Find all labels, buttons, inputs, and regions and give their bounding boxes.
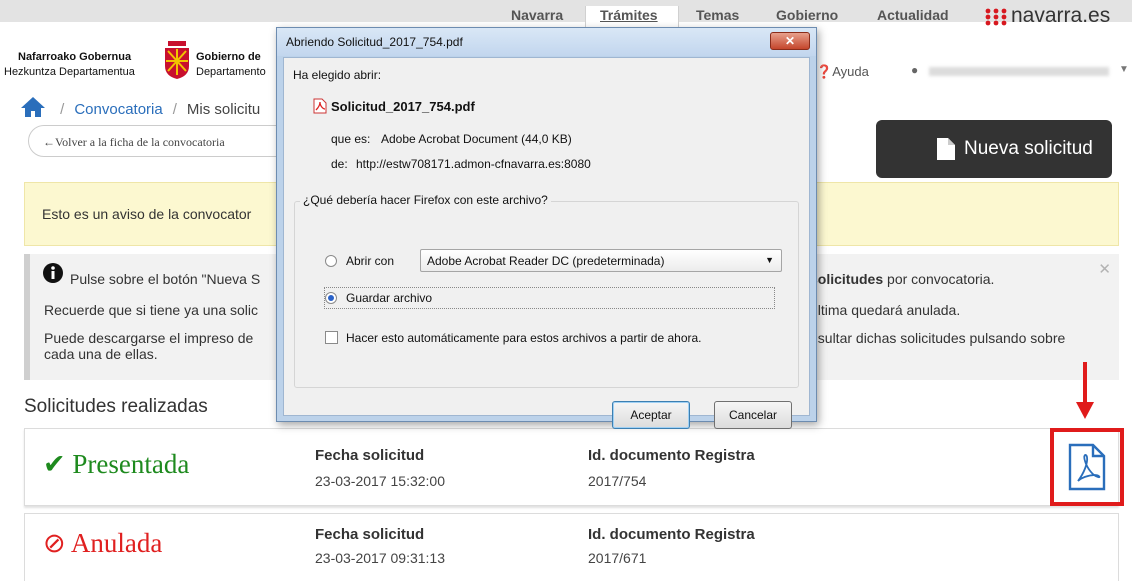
accept-button[interactable]: Aceptar [612, 401, 690, 429]
home-icon[interactable] [20, 96, 46, 118]
pdf-download-icon[interactable] [1068, 443, 1106, 491]
highlight-box [1050, 428, 1124, 506]
org-department-basque: Hezkuntza Departamentua [4, 66, 135, 78]
prohibited-icon: ⊘ [43, 528, 66, 558]
user-menu[interactable]: ● ▼ [911, 62, 1131, 80]
date-label: Fecha solicitud [315, 526, 425, 543]
open-with-radio[interactable] [325, 255, 337, 267]
org-department-spanish: Departamento [196, 66, 266, 78]
dialog-title: Abriendo Solicitud_2017_754.pdf [286, 35, 463, 49]
info-icon [43, 263, 63, 283]
dialog-titlebar[interactable]: Abriendo Solicitud_2017_754.pdf ✕ [277, 28, 816, 56]
application-card: ✔ Presentada Fecha solicitud 23-03-2017 … [24, 428, 1119, 506]
info-line-3-right: nsultar dichas solicitudes pulsando sobr… [810, 330, 1066, 346]
org-name-spanish: Gobierno de [196, 51, 261, 63]
nav-navarra[interactable]: Navarra [511, 7, 563, 23]
help-icon: ❓ [816, 64, 833, 79]
auto-label[interactable]: Hacer esto automáticamente para estos ar… [346, 331, 702, 345]
from-label: de: [331, 157, 348, 171]
info-line-4: cada una de ellas. [44, 346, 158, 362]
type-value: Adobe Acrobat Document (44,0 KB) [381, 132, 572, 146]
check-icon: ✔ [43, 449, 66, 479]
application-card: ⊘ Anulada Fecha solicitud 23-03-2017 09:… [24, 513, 1119, 581]
dialog-body: Ha elegido abrir: Solicitud_2017_754.pdf… [283, 57, 810, 429]
breadcrumb-convocatoria[interactable]: Convocatoria [74, 101, 162, 118]
doc-label: Id. documento Registra [588, 447, 755, 464]
type-label: que es: [331, 132, 371, 146]
top-strip [0, 0, 1132, 22]
breadcrumb: / Convocatoria / Mis solicitu [20, 96, 260, 118]
org-name-basque: Nafarroako Gobernua [18, 51, 132, 63]
chosen-label: Ha elegido abrir: [293, 68, 382, 82]
filename: Solicitud_2017_754.pdf [331, 99, 475, 114]
status-anulada: ⊘ Anulada [43, 528, 163, 558]
new-application-label: Nueva solicitud [964, 138, 1093, 159]
info-line-1-right: solicitudes por convocatoria. [810, 271, 995, 287]
applications-section-title: Solicitudes realizadas [24, 396, 208, 417]
close-icon[interactable]: ✕ [1098, 260, 1111, 278]
nav-temas[interactable]: Temas [696, 7, 739, 23]
back-to-call-button[interactable]: ←Volver a la ficha de la convocatoria [28, 125, 298, 157]
pdf-file-icon [313, 98, 327, 114]
date-value: 23-03-2017 15:32:00 [315, 473, 445, 489]
doc-label: Id. documento Registra [588, 526, 755, 543]
application-select-value: Adobe Acrobat Reader DC (predeterminada) [427, 254, 665, 268]
save-file-label[interactable]: Guardar archivo [346, 291, 432, 305]
date-label: Fecha solicitud [315, 447, 425, 464]
date-value: 23-03-2017 09:31:13 [315, 550, 445, 566]
auto-checkbox[interactable] [325, 331, 338, 344]
breadcrumb-current: Mis solicitu [186, 101, 261, 118]
navarra-logo-icon [985, 8, 1007, 26]
nav-tramites[interactable]: Trámites [600, 7, 658, 23]
dialog-close-button[interactable]: ✕ [770, 32, 810, 50]
user-icon: ● [911, 63, 919, 77]
brand-name[interactable]: navarra.es [1011, 4, 1110, 28]
doc-value: 2017/754 [588, 473, 647, 489]
new-application-button[interactable]: Nueva solicitud [876, 120, 1112, 178]
action-question: ¿Qué debería hacer Firefox con este arch… [300, 193, 551, 207]
open-with-label[interactable]: Abrir con [346, 254, 394, 268]
help-link[interactable]: ❓Ayuda [816, 64, 869, 80]
chevron-down-icon: ▼ [1119, 64, 1129, 75]
info-line-1: Pulse sobre el botón "Nueva S [70, 271, 261, 287]
download-dialog: Abriendo Solicitud_2017_754.pdf ✕ Ha ele… [276, 27, 817, 429]
info-line-2-right: última quedará anulada. [810, 302, 961, 318]
info-line-2: Recuerde que si tiene ya una solic [44, 302, 259, 318]
doc-value: 2017/671 [588, 550, 647, 566]
nav-gobierno[interactable]: Gobierno [776, 7, 838, 23]
from-value: http://estw708171.admon-cfnavarra.es:808… [356, 157, 591, 171]
arrow-down-icon [1076, 362, 1094, 419]
status-presentada: ✔ Presentada [43, 449, 190, 479]
chevron-down-icon: ▼ [765, 255, 774, 265]
document-icon [937, 138, 955, 160]
nav-actualidad[interactable]: Actualidad [877, 7, 949, 23]
user-name-blurred [929, 67, 1109, 76]
info-line-3: Puede descargarse el impreso de [44, 330, 254, 346]
save-file-radio[interactable] [325, 292, 337, 304]
application-select[interactable]: Adobe Acrobat Reader DC (predeterminada)… [420, 249, 782, 272]
top-navigation-bar: Navarra Trámites Temas Gobierno Actualid… [0, 0, 1132, 30]
cancel-button[interactable]: Cancelar [714, 401, 792, 429]
coat-of-arms-icon [165, 41, 189, 79]
